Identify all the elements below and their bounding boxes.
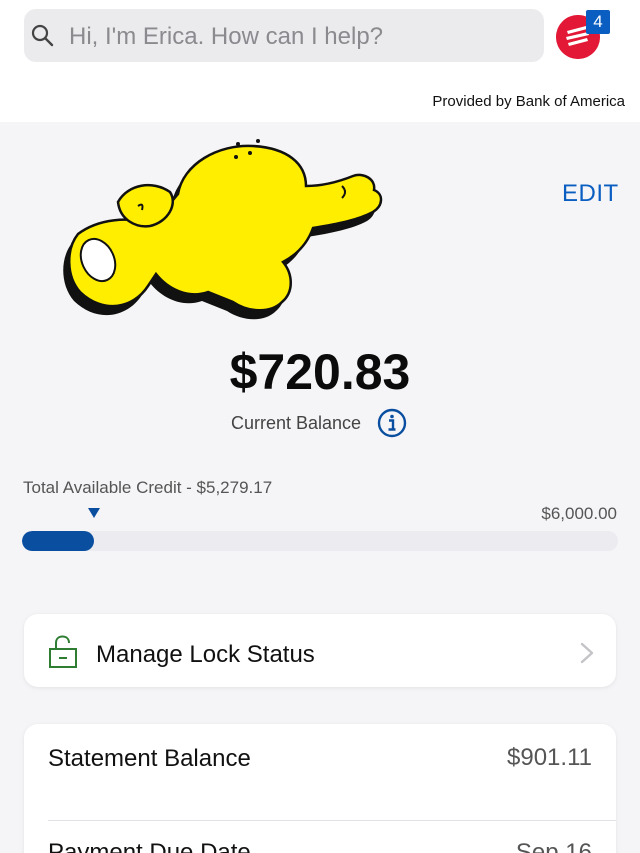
balance-marker-icon [88, 508, 100, 518]
statement-balance-label: Statement Balance [48, 745, 251, 772]
search-icon [31, 24, 54, 47]
card-art-mascot [63, 139, 383, 320]
balance-label-row: Current Balance [231, 408, 407, 438]
statement-balance-value: $901.11 [507, 744, 592, 771]
header: Hi, I'm Erica. How can I help? 4 Provide… [0, 0, 640, 122]
credit-usage-bar [22, 531, 618, 551]
chevron-right-icon [580, 642, 594, 664]
notification-badge: 4 [586, 10, 610, 34]
info-icon[interactable] [377, 408, 407, 438]
divider [48, 820, 616, 821]
erica-button[interactable]: 4 [556, 10, 610, 59]
statement-card: Statement Balance $901.11 Payment Due Da… [24, 724, 616, 853]
provider-text: Provided by Bank of America [432, 93, 625, 110]
payment-due-date-value: Sep 16 [515, 839, 592, 853]
current-balance-amount: $720.83 [229, 344, 411, 400]
manage-lock-status-button[interactable]: Manage Lock Status [24, 614, 616, 687]
credit-usage-fill [22, 531, 94, 551]
credit-limit-value: $6,000.00 [541, 504, 617, 523]
search-input[interactable]: Hi, I'm Erica. How can I help? [69, 23, 383, 51]
available-credit-label: Total Available Credit - $5,279.17 [23, 478, 273, 497]
edit-button[interactable]: EDIT [562, 180, 619, 208]
unlocked-padlock-icon [49, 635, 77, 668]
manage-lock-status-label: Manage Lock Status [96, 641, 315, 668]
payment-due-date-label: Payment Due Date [48, 839, 251, 853]
current-balance-label: Current Balance [231, 412, 362, 433]
